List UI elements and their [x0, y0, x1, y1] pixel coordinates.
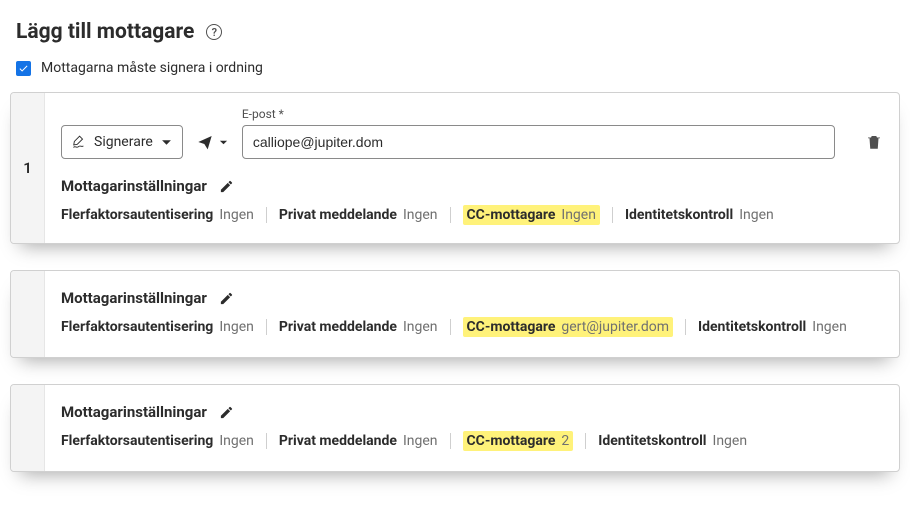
mfa-label: Flerfaktorsautentisering [61, 433, 213, 449]
mfa-value: Ingen [219, 319, 254, 335]
delivery-select[interactable] [195, 125, 230, 159]
cc-value: 2 [561, 433, 569, 449]
email-label: E-post * [242, 107, 835, 121]
cc-setting-highlight: CC-mottagare gert@jupiter.dom [463, 317, 674, 337]
settings-title: Mottagarinställningar [61, 289, 207, 307]
divider [450, 433, 451, 449]
divider [585, 433, 586, 449]
ordering-checkbox[interactable] [16, 61, 31, 76]
divider [266, 319, 267, 335]
id-value: Ingen [713, 433, 748, 449]
recipient-card: Mottagarinställningar Flerfaktorsautenti… [10, 384, 900, 472]
cc-label: CC-mottagare [467, 433, 556, 449]
order-handle[interactable]: 1 [11, 93, 45, 243]
edit-settings-button[interactable] [219, 405, 234, 420]
page-title: Lägg till mottagare [16, 20, 194, 44]
chevron-down-icon [161, 137, 172, 148]
pm-value: Ingen [403, 433, 438, 449]
settings-title: Mottagarinställningar [61, 403, 207, 421]
pm-label: Privat meddelande [279, 319, 397, 335]
mfa-value: Ingen [219, 207, 254, 223]
delete-button[interactable] [865, 133, 883, 151]
help-icon[interactable]: ? [206, 24, 222, 40]
role-select[interactable]: Signerare [61, 125, 183, 159]
check-icon [18, 63, 29, 74]
chevron-down-icon [219, 138, 228, 147]
cc-setting-highlight: CC-mottagare 2 [463, 431, 574, 451]
id-label: Identitetskontroll [698, 319, 806, 335]
edit-settings-button[interactable] [219, 291, 234, 306]
pm-label: Privat meddelande [279, 433, 397, 449]
trash-icon [865, 133, 883, 151]
id-label: Identitetskontroll [598, 433, 706, 449]
id-value: Ingen [739, 207, 774, 223]
pm-value: Ingen [403, 207, 438, 223]
cc-label: CC-mottagare [467, 319, 556, 335]
divider [266, 433, 267, 449]
recipient-card: Mottagarinställningar Flerfaktorsautenti… [10, 270, 900, 358]
pm-value: Ingen [403, 319, 438, 335]
cc-value: gert@jupiter.dom [561, 319, 669, 335]
signer-icon [72, 135, 86, 149]
cc-setting-highlight: CC-mottagare Ingen [463, 205, 600, 225]
divider [450, 207, 451, 223]
cc-value: Ingen [561, 207, 596, 223]
pm-label: Privat meddelande [279, 207, 397, 223]
settings-row: Flerfaktorsautentisering Ingen Privat med… [61, 431, 883, 451]
recipient-card: 1 Signerare E-post * Mottagarinställning… [10, 92, 900, 244]
divider [612, 207, 613, 223]
mfa-label: Flerfaktorsautentisering [61, 207, 213, 223]
divider [266, 207, 267, 223]
order-handle[interactable] [11, 385, 45, 471]
id-label: Identitetskontroll [625, 207, 733, 223]
settings-title: Mottagarinställningar [61, 177, 207, 195]
role-label: Signerare [94, 134, 153, 150]
id-value: Ingen [812, 319, 847, 335]
settings-row: Flerfaktorsautentisering Ingen Privat med… [61, 205, 883, 225]
order-handle[interactable] [11, 271, 45, 357]
email-field[interactable] [242, 125, 835, 159]
divider [450, 319, 451, 335]
edit-settings-button[interactable] [219, 179, 234, 194]
ordering-label: Mottagarna måste signera i ordning [41, 60, 263, 76]
cc-label: CC-mottagare [467, 207, 556, 223]
send-icon [197, 134, 213, 150]
divider [685, 319, 686, 335]
settings-row: Flerfaktorsautentisering Ingen Privat med… [61, 317, 883, 337]
mfa-label: Flerfaktorsautentisering [61, 319, 213, 335]
mfa-value: Ingen [219, 433, 254, 449]
